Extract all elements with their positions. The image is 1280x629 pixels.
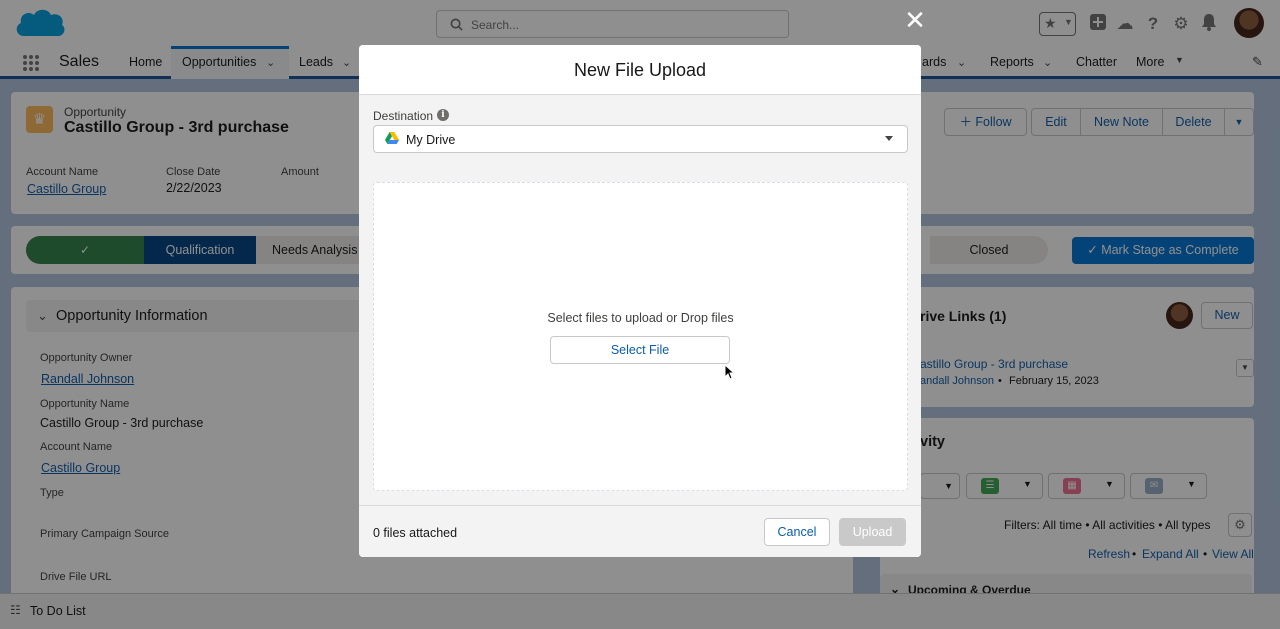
destination-select[interactable]: My Drive (373, 125, 908, 153)
cancel-button[interactable]: Cancel (764, 518, 830, 546)
close-icon[interactable]: ✕ (903, 7, 927, 33)
google-drive-icon (385, 132, 399, 144)
upload-button[interactable]: Upload (839, 518, 906, 546)
caret-down-icon (885, 136, 893, 141)
info-icon[interactable]: i (437, 109, 449, 121)
destination-value: My Drive (406, 133, 456, 147)
new-file-upload-modal: New File Upload Destination i My Drive S… (359, 45, 921, 557)
drop-zone-text: Select files to upload or Drop files (547, 311, 734, 325)
destination-label: Destination (373, 109, 434, 123)
mouse-pointer-icon (724, 364, 734, 380)
select-file-button[interactable]: Select File (550, 336, 730, 364)
files-attached-count: 0 files attached (373, 526, 458, 540)
modal-title: New File Upload (573, 60, 707, 80)
